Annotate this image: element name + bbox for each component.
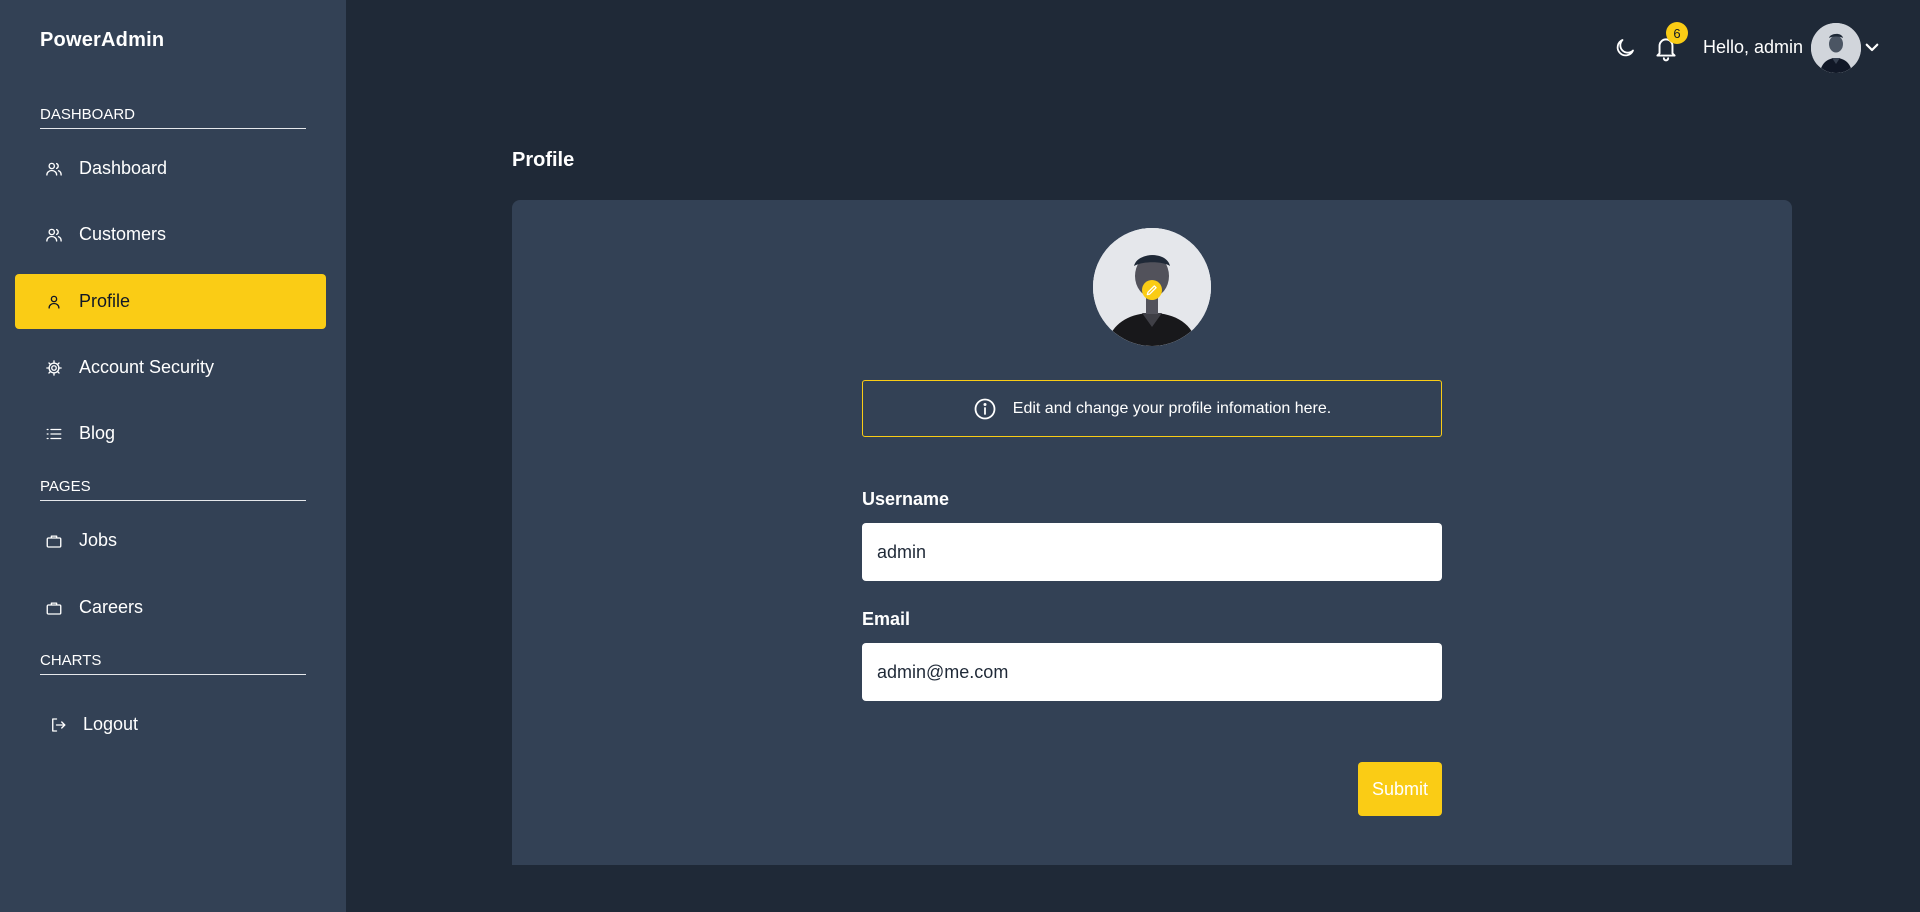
sidebar-item-label: Dashboard	[79, 158, 168, 178]
sidebar-item-blog[interactable]: Blog	[15, 406, 326, 461]
section-header-charts: CHARTS	[40, 652, 306, 675]
page-title: Profile	[512, 149, 575, 171]
notification-badge: 6	[1666, 22, 1688, 44]
sidebar-item-customers[interactable]: Customers	[15, 207, 326, 262]
user-greeting[interactable]: Hello, admin	[1703, 37, 1803, 58]
sidebar: PowerAdmin DASHBOARD Dashboard Customers…	[0, 0, 346, 912]
username-input[interactable]	[862, 523, 1442, 581]
username-label: Username	[862, 489, 950, 509]
briefcase-icon	[45, 532, 63, 550]
logout-icon	[49, 716, 67, 734]
sidebar-item-label: Profile	[79, 291, 131, 311]
moon-icon[interactable]	[1613, 36, 1637, 60]
brand-logo[interactable]: PowerAdmin	[40, 29, 164, 52]
sidebar-item-label: Logout	[83, 714, 139, 734]
info-icon	[973, 397, 997, 421]
users-icon	[45, 226, 63, 244]
chevron-down-icon[interactable]	[1863, 38, 1881, 56]
sidebar-item-logout[interactable]: Logout	[15, 697, 326, 752]
section-header-dashboard: DASHBOARD	[40, 106, 306, 129]
email-label: Email	[862, 609, 911, 629]
edit-icon[interactable]	[1142, 280, 1162, 300]
avatar[interactable]	[1811, 23, 1861, 73]
sidebar-item-label: Careers	[79, 597, 144, 617]
sidebar-item-dashboard[interactable]: Dashboard	[15, 141, 326, 196]
profile-card: Edit and change your profile infomation …	[512, 200, 1792, 865]
sidebar-item-label: Account Security	[79, 357, 215, 377]
gear-icon	[45, 359, 63, 377]
info-text: Edit and change your profile infomation …	[1012, 399, 1332, 417]
section-header-pages: PAGES	[40, 478, 306, 501]
sidebar-item-label: Customers	[79, 224, 167, 244]
sidebar-item-jobs[interactable]: Jobs	[15, 513, 326, 568]
sidebar-item-careers[interactable]: Careers	[15, 580, 326, 635]
list-icon	[45, 425, 63, 443]
user-icon	[45, 293, 63, 311]
sidebar-item-label: Jobs	[79, 530, 118, 550]
sidebar-item-profile[interactable]: Profile	[15, 274, 326, 329]
submit-button[interactable]: Submit	[1358, 762, 1442, 816]
info-banner: Edit and change your profile infomation …	[862, 380, 1442, 437]
email-input[interactable]	[862, 643, 1442, 701]
sidebar-item-label: Blog	[79, 423, 116, 443]
briefcase-icon	[45, 599, 63, 617]
sidebar-item-account-security[interactable]: Account Security	[15, 340, 326, 395]
users-icon	[45, 160, 63, 178]
